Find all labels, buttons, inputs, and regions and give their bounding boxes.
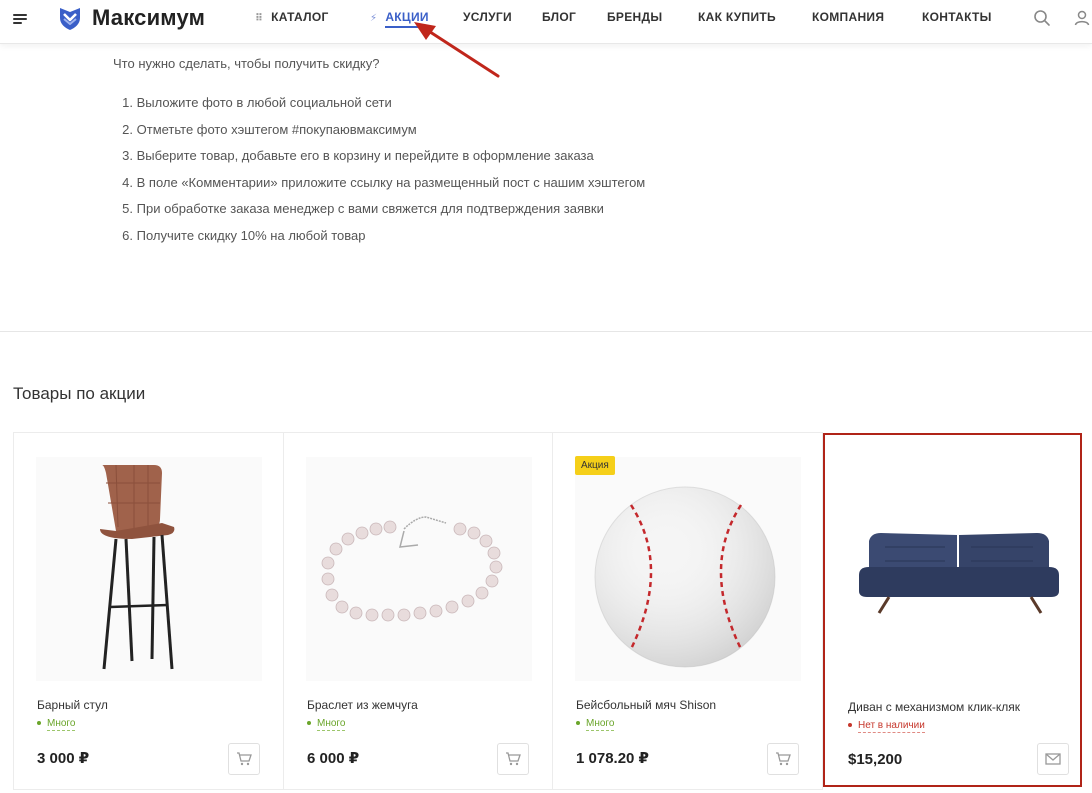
product-card[interactable]: Диван с механизмом клик-кляк Нет в налич… xyxy=(823,433,1082,787)
menu-burger-icon[interactable] xyxy=(13,12,27,26)
stock-status: Нет в наличии xyxy=(848,720,925,733)
nav-item-how-to-buy[interactable]: КАК КУПИТЬ xyxy=(698,10,776,24)
cart-icon xyxy=(506,752,521,766)
promo-badge: Акция xyxy=(575,456,615,475)
add-to-cart-button[interactable] xyxy=(497,743,529,775)
stock-status: Много xyxy=(307,718,346,731)
logo-shield-icon xyxy=(60,8,80,30)
nav-item-services[interactable]: УСЛУГИ xyxy=(463,10,512,24)
search-icon[interactable] xyxy=(1033,9,1051,27)
list-item: 1. Выложите фото в любой социальной сети xyxy=(122,95,392,110)
nav-item-blog[interactable]: БЛОГ xyxy=(542,10,576,24)
product-image-baseball[interactable] xyxy=(575,457,801,681)
product-name[interactable]: Диван с механизмом клик-кляк xyxy=(848,700,1020,714)
product-image-pearl-bracelet[interactable] xyxy=(306,457,532,681)
product-name[interactable]: Бейсбольный мяч Shison xyxy=(576,698,716,712)
add-to-cart-button[interactable] xyxy=(767,743,799,775)
list-item: 4. В поле «Комментарии» приложите ссылку… xyxy=(122,174,646,190)
product-price: 1 078.20 ₽ xyxy=(576,750,649,767)
cart-icon xyxy=(776,752,791,766)
product-card[interactable]: Акция Бейсбольный мяч Shison Много 1 078… xyxy=(552,432,823,790)
product-card[interactable]: Браслет из жемчуга Много 6 000 ₽ xyxy=(283,432,553,790)
section-title: Товары по акции xyxy=(13,384,146,403)
product-price: $15,200 xyxy=(848,751,903,768)
product-price: 3 000 ₽ xyxy=(37,750,90,767)
nav-item-company[interactable]: КОМПАНИЯ xyxy=(812,10,884,24)
stock-status: Много xyxy=(37,718,76,731)
product-name[interactable]: Барный стул xyxy=(37,698,108,712)
site-logo[interactable]: Максимум xyxy=(57,4,205,32)
add-to-cart-button[interactable] xyxy=(228,743,260,775)
cart-icon xyxy=(237,752,252,766)
promo-steps-list: 1. Выложите фото в любой социальной сети… xyxy=(113,95,645,254)
stock-status: Много xyxy=(576,718,615,731)
grid-icon: ⠿ xyxy=(255,13,264,24)
list-item: 6. Получите скидку 10% на любой товар xyxy=(122,227,366,243)
site-header: Максимум ⠿ КАТАЛОГ ⚡ АКЦИИ УСЛУГИ БЛОГ БРЕ… xyxy=(0,0,1092,44)
list-item: 5. При обработке заказа менеджер с вами … xyxy=(122,201,604,216)
notify-button[interactable] xyxy=(1037,743,1069,775)
product-image-sofa[interactable] xyxy=(845,457,1071,681)
user-icon[interactable] xyxy=(1073,9,1091,27)
product-card[interactable]: Барный стул Много 3 000 ₽ xyxy=(13,432,284,790)
lightning-icon: ⚡ xyxy=(370,13,378,24)
product-price: 6 000 ₽ xyxy=(307,750,360,767)
nav-item-contacts[interactable]: КОНТАКТЫ xyxy=(922,10,992,24)
product-image-bar-stool[interactable] xyxy=(36,457,262,681)
product-name[interactable]: Браслет из жемчуга xyxy=(307,698,418,712)
list-item: 2. Отметьте фото хэштегом #покупаювмакси… xyxy=(122,121,417,137)
nav-item-promotions[interactable]: ⚡ АКЦИИ xyxy=(370,10,429,28)
product-grid: Барный стул Много 3 000 ₽ Браслет из жем… xyxy=(13,432,1092,790)
logo-text: Максимум xyxy=(92,5,206,30)
mail-icon xyxy=(1045,753,1061,765)
promo-intro-text: Что нужно сделать, чтобы получить скидку… xyxy=(113,56,380,71)
nav-item-brands[interactable]: БРЕНДЫ xyxy=(607,10,662,24)
list-item: 3. Выберите товар, добавьте его в корзин… xyxy=(122,148,594,163)
section-divider xyxy=(0,331,1092,332)
nav-item-catalog[interactable]: ⠿ КАТАЛОГ xyxy=(255,10,329,24)
